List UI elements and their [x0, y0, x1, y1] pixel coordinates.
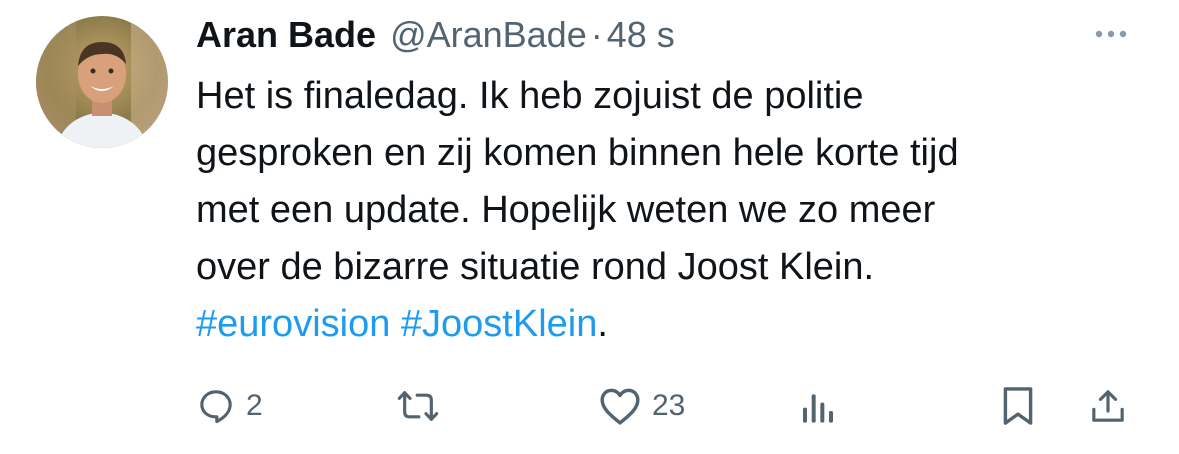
tweet-header: Aran Bade @AranBade · 48 s [196, 14, 675, 58]
tweet-text-line: met een update. Hopelijk weten we zo mee… [196, 189, 936, 231]
more-options-icon[interactable] [1094, 22, 1128, 46]
tweet-text-line: over de bizarre situatie rond Joost Klei… [196, 246, 875, 288]
views-icon [803, 394, 833, 423]
bookmark-icon [1003, 387, 1033, 425]
separator-dot: · [590, 14, 603, 55]
like-button[interactable]: 23 [598, 384, 685, 428]
reply-icon [200, 390, 232, 424]
like-count: 23 [652, 389, 686, 422]
bookmark-button[interactable] [1000, 384, 1036, 428]
hashtag-link[interactable]: #eurovision [196, 303, 390, 345]
reply-button[interactable]: 2 [196, 384, 263, 428]
tweet-text-line: gesproken en zij komen binnen hele korte… [196, 132, 959, 174]
tweet-text-line: Het is finaledag. Ik heb zojuist de poli… [196, 75, 864, 117]
hashtag-end: . [597, 303, 608, 345]
user-handle[interactable]: @AranBade [390, 14, 587, 56]
tweet-text: Het is finaledag. Ik heb zojuist de poli… [196, 68, 1156, 353]
share-icon [1092, 390, 1124, 422]
views-button[interactable] [800, 384, 836, 428]
reply-count: 2 [246, 389, 263, 422]
tweet[interactable]: Aran Bade @AranBade · 48 s Het is finale… [0, 0, 1179, 454]
share-button[interactable] [1088, 384, 1128, 428]
retweet-icon [397, 391, 439, 421]
timestamp[interactable]: 48 s [607, 14, 675, 56]
avatar[interactable] [36, 16, 168, 148]
hashtag-link[interactable]: #JoostKlein [401, 303, 597, 345]
retweet-button[interactable] [396, 384, 440, 428]
heart-icon [600, 388, 640, 425]
display-name[interactable]: Aran Bade [196, 14, 376, 56]
hashtag-line: #eurovision #JoostKlein. [196, 296, 1156, 353]
